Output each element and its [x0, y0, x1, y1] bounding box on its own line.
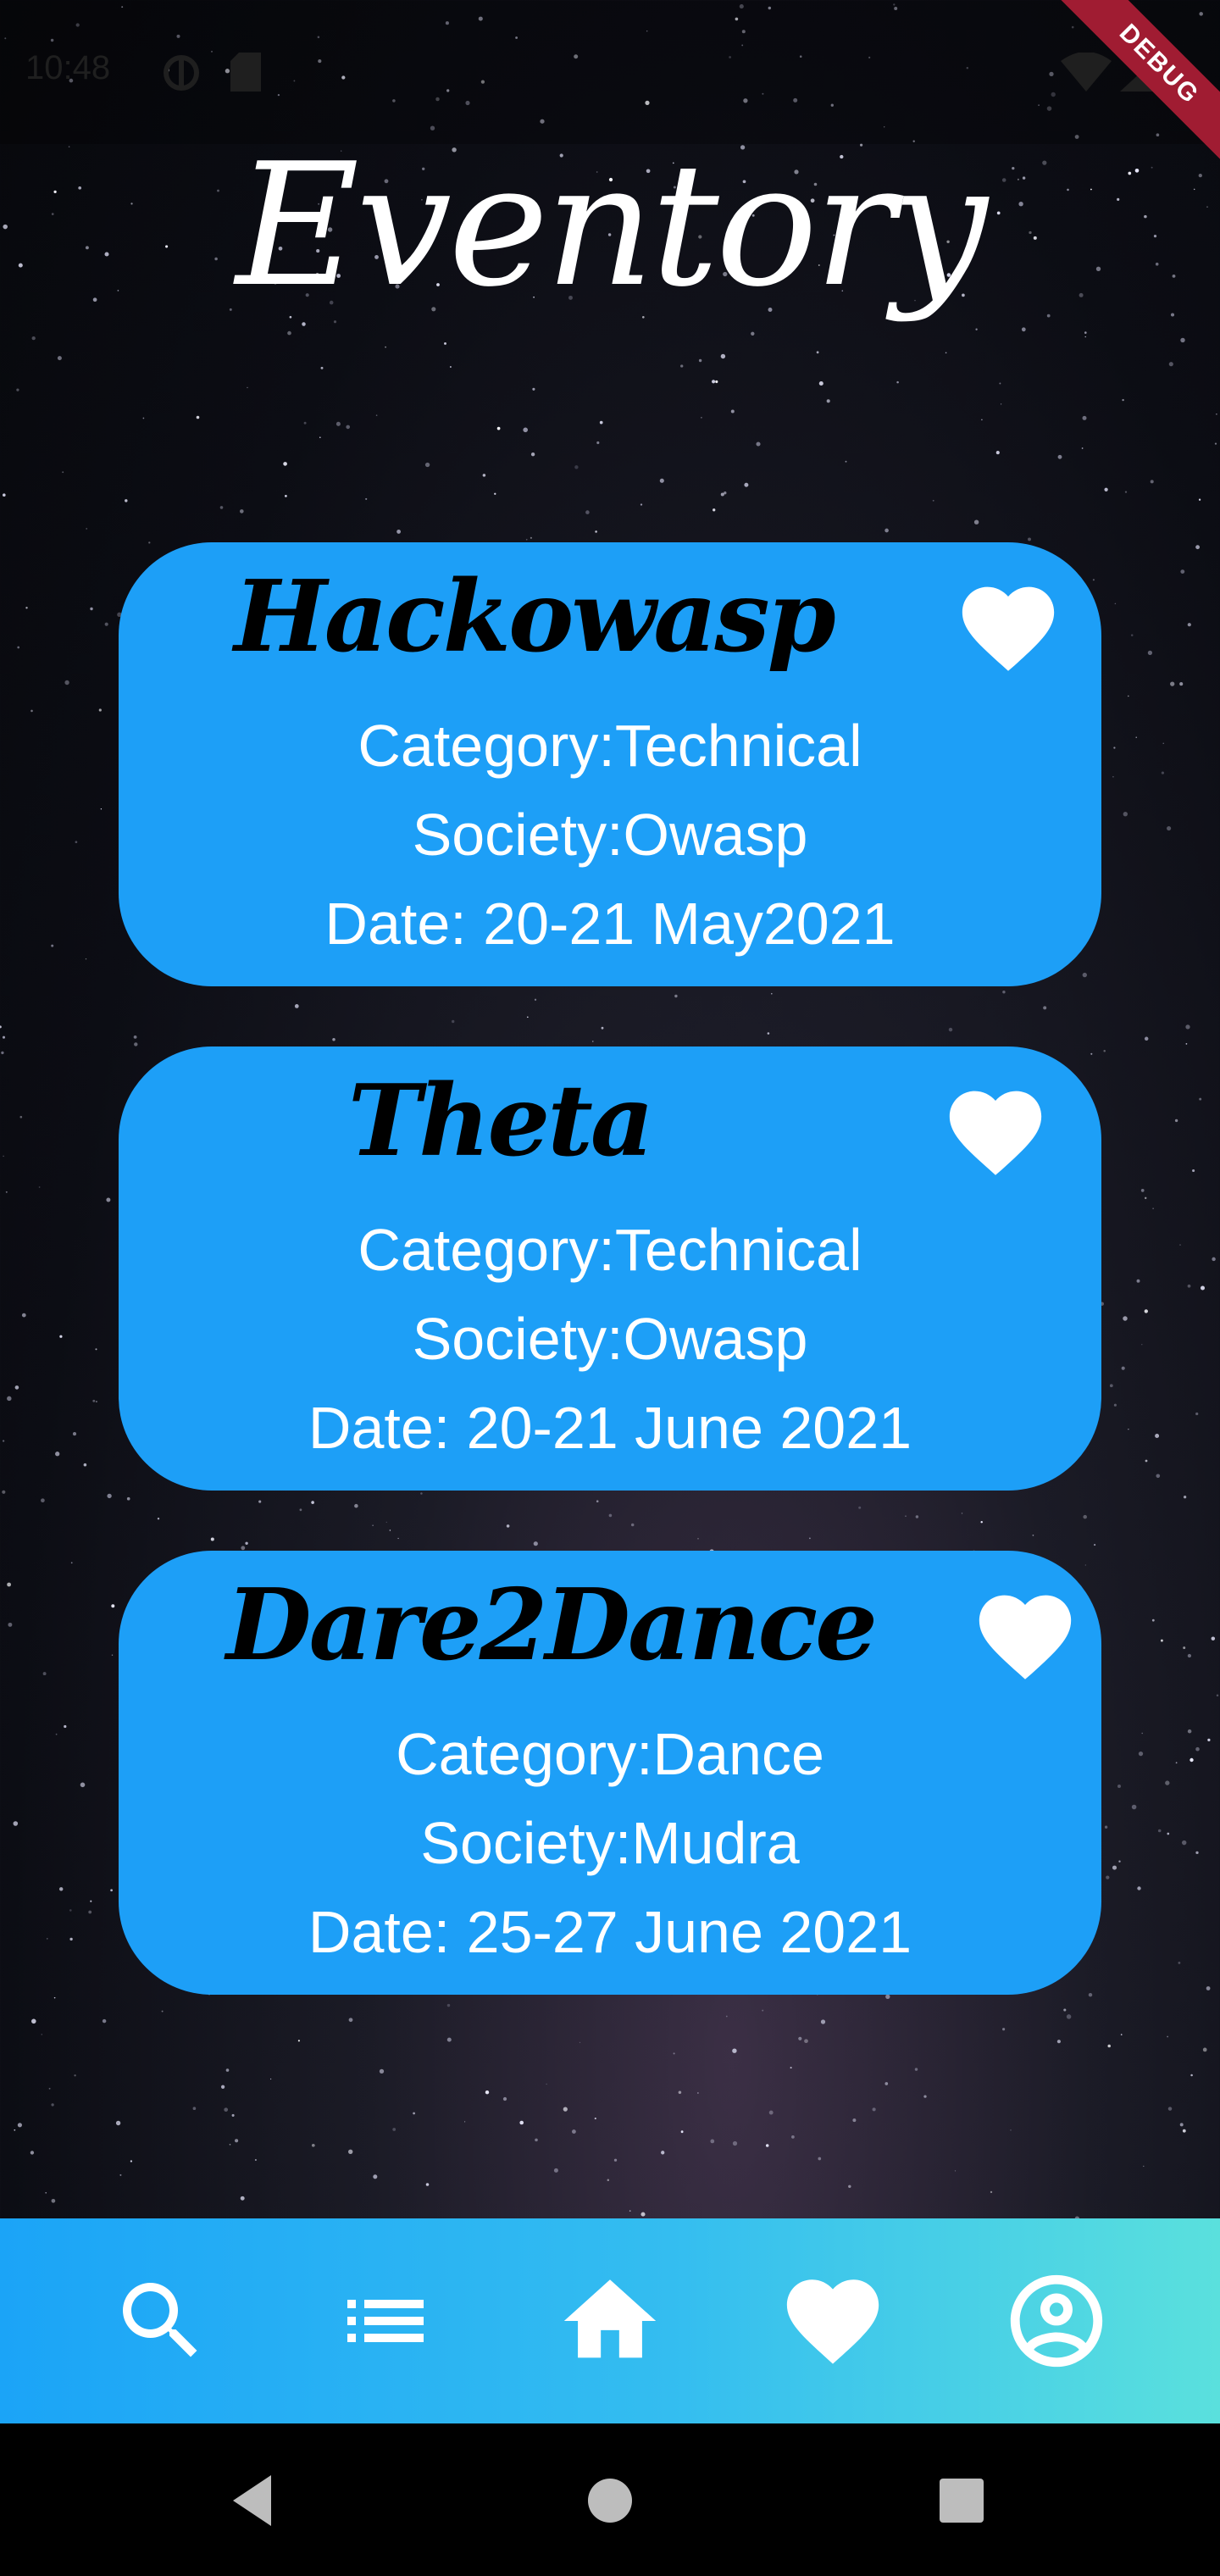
favorite-heart-icon[interactable]	[940, 1077, 1051, 1179]
status-bar: 10:48	[0, 0, 1220, 144]
event-category: Category:Technical	[358, 1217, 862, 1283]
event-category: Category:Dance	[396, 1721, 824, 1787]
heart-icon	[786, 2279, 879, 2364]
event-date: Date: 20-21 June 2021	[308, 1395, 912, 1461]
event-society: Society:Owasp	[412, 802, 808, 868]
account-circle-icon	[1010, 2274, 1103, 2368]
sim-card-icon	[230, 53, 261, 92]
event-card[interactable]: Theta Category:Technical Society:Owasp D…	[119, 1046, 1101, 1491]
nav-list-button[interactable]	[330, 2266, 441, 2376]
status-time: 10:48	[25, 49, 111, 86]
nav-search-button[interactable]	[106, 2266, 216, 2376]
event-card[interactable]: Hackowasp Category:Technical Society:Owa…	[119, 542, 1101, 986]
search-icon	[123, 2283, 197, 2357]
event-category: Category:Technical	[358, 713, 862, 779]
event-name: Dare2Dance	[226, 1568, 878, 1683]
list-icon	[347, 2300, 424, 2342]
event-name: Theta	[347, 1063, 654, 1179]
event-name: Hackowasp	[234, 559, 836, 675]
favorite-heart-icon[interactable]	[970, 1581, 1080, 1683]
nav-profile-button[interactable]	[1001, 2266, 1112, 2376]
wifi-icon	[1061, 53, 1112, 92]
home-circle-icon[interactable]	[585, 2471, 635, 2530]
event-date: Date: 20-21 May2021	[324, 891, 896, 957]
event-date: Date: 25-27 June 2021	[308, 1899, 912, 1965]
data-saver-icon	[164, 55, 199, 91]
home-icon	[563, 2279, 657, 2358]
event-card[interactable]: Dare2Dance Category:Dance Society:Mudra …	[119, 1551, 1101, 1995]
back-icon[interactable]	[229, 2471, 280, 2530]
event-society: Society:Owasp	[412, 1306, 808, 1372]
bottom-navigation-bar	[0, 2218, 1220, 2423]
nav-home-button[interactable]	[555, 2266, 665, 2376]
event-society: Society:Mudra	[420, 1810, 800, 1876]
nav-favorites-button[interactable]	[778, 2266, 888, 2376]
app-title: Eventory	[236, 127, 988, 325]
recents-square-icon[interactable]	[936, 2471, 987, 2530]
favorite-heart-icon[interactable]	[953, 573, 1063, 675]
system-navigation-bar	[0, 2423, 1220, 2576]
